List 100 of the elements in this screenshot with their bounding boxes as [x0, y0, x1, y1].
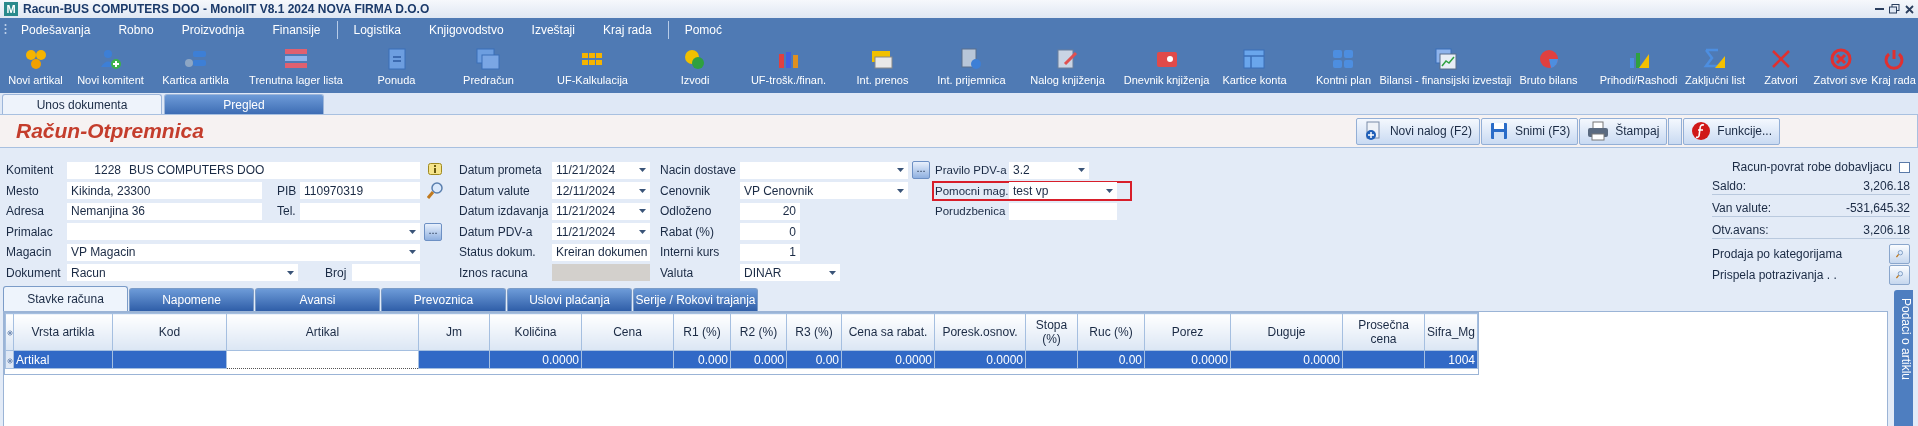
text-field[interactable] [352, 264, 420, 282]
restore-icon[interactable] [1889, 4, 1900, 14]
code-field[interactable]: 1228 [67, 161, 125, 179]
toolbar-button[interactable]: Kartice konta [1216, 42, 1293, 93]
close-icon[interactable] [1905, 4, 1914, 14]
toolbar-button[interactable]: Snimi (F3) [1480, 117, 1579, 145]
menu-item[interactable]: Robno [104, 23, 168, 37]
dropdown-field[interactable]: DINAR [740, 264, 840, 282]
toolbar-button[interactable]: UF-trošk./finan. [744, 42, 833, 93]
toolbar-button[interactable]: Zatvori [1758, 42, 1804, 93]
asterisk-icon [6, 357, 13, 364]
menu-item[interactable]: Knjigovodstvo [414, 23, 518, 37]
user-add-icon [98, 48, 123, 70]
column-header[interactable]: Prosečna cena [1342, 313, 1425, 351]
toolbar-button[interactable]: Kartica artikla [156, 42, 235, 93]
dropdown-field[interactable] [740, 161, 908, 179]
tab[interactable]: Pregled [164, 94, 324, 114]
dropdown-field[interactable]: Racun [67, 264, 298, 282]
toolbar-button[interactable]: Funkcije... [1683, 117, 1780, 145]
text-field[interactable] [300, 202, 420, 220]
column-header[interactable]: Kod [112, 313, 227, 351]
tab[interactable]: Prevoznica [381, 288, 506, 311]
text-field[interactable]: Nemanjina 36 [67, 202, 262, 220]
tab[interactable]: Napomene [129, 288, 254, 311]
column-header[interactable]: R2 (%) [730, 313, 787, 351]
field-label: Odloženo [660, 204, 713, 219]
tab[interactable]: Uslovi plaćanja [507, 288, 632, 311]
dropdown-field[interactable]: Kreiran dokumen [552, 243, 650, 261]
total-label: Otv.avans: [1712, 222, 1769, 237]
dropdown-button[interactable] [1668, 117, 1683, 145]
column-header[interactable]: Porez [1144, 313, 1231, 351]
dropdown-field[interactable]: VP Cenovnik [740, 182, 908, 200]
field-label: Valuta [660, 265, 695, 280]
tab[interactable]: Serije / Rokovi trajanja [633, 288, 758, 311]
ellipsis-button[interactable]: ... [424, 222, 442, 241]
toolbar-button[interactable]: UF-Kalkulacija [551, 42, 634, 93]
dropdown-field[interactable]: test vp [1009, 182, 1117, 200]
tab[interactable]: Avansi [255, 288, 380, 311]
text-field[interactable]: 110970319 [300, 182, 420, 200]
toolbar-button[interactable]: Štampaj [1579, 117, 1668, 145]
ellipsis-button[interactable]: ... [912, 161, 930, 180]
dropdown-field[interactable]: 12/11/2024 [552, 182, 650, 200]
toolbar-button[interactable]: Nalog knjiženja [1024, 42, 1111, 93]
field-label: Cenovnik [660, 183, 712, 198]
column-header[interactable]: Vrsta artikla [13, 313, 113, 351]
checkbox[interactable] [1899, 161, 1910, 173]
toolbar-button[interactable]: Trenutna lager lista [243, 42, 349, 93]
text-field[interactable] [1009, 202, 1117, 220]
toolbar-button[interactable]: Dnevnik knjiženja [1117, 42, 1216, 93]
toolbar-button[interactable]: Ponuda [371, 42, 422, 93]
toolbar-button[interactable]: Int. prijemnica [931, 42, 1012, 93]
toolbar-button[interactable]: Predračun [457, 42, 520, 93]
number-field[interactable]: 0 [740, 223, 800, 241]
tab[interactable]: Unos dokumenta [2, 94, 162, 114]
column-header[interactable]: Cena sa rabat. [841, 313, 935, 351]
name-field[interactable]: BUS COMPUTERS DOO [125, 161, 420, 179]
tab[interactable]: Stavke računa [3, 286, 128, 311]
menu-item[interactable]: Pomoć [670, 23, 736, 37]
side-tab[interactable]: Podaci o artiklu [1893, 290, 1913, 426]
info-icon[interactable] [428, 163, 442, 178]
toolbar-button[interactable]: Novi artikal [2, 42, 69, 93]
menu-item[interactable]: Finansije [258, 23, 335, 37]
column-header[interactable]: Ruc (%) [1077, 313, 1145, 351]
menu-item[interactable]: Izveštaji [517, 23, 589, 37]
toolbar-button[interactable]: Izvodi [674, 42, 716, 93]
caret-icon [1078, 168, 1085, 173]
caret-icon [639, 188, 646, 193]
column-header[interactable]: Količina [489, 313, 582, 351]
toolbar-button[interactable]: Novi nalog (F2) [1355, 117, 1480, 145]
column-header[interactable]: Duguje [1230, 313, 1343, 351]
dropdown-field[interactable] [67, 223, 420, 241]
toolbar-button[interactable]: Novi komitent [71, 42, 150, 93]
menu-item[interactable]: Logistika [339, 23, 415, 37]
minimize-icon[interactable] [1875, 7, 1884, 11]
number-field[interactable]: 1 [740, 243, 800, 261]
column-header[interactable]: Artikal [226, 313, 419, 351]
dropdown-field[interactable]: 11/21/2024 [552, 202, 650, 220]
column-header[interactable]: R1 (%) [673, 313, 731, 351]
column-header[interactable]: Stopa (%) [1025, 313, 1078, 351]
caret-icon [639, 168, 646, 173]
search-button[interactable] [1889, 243, 1910, 264]
text-field[interactable]: Kikinda, 23300 [67, 182, 262, 200]
field-label: Magacin [6, 245, 53, 260]
search-button[interactable] [1889, 265, 1910, 286]
field-label: Pravilo PDV-a [935, 164, 1008, 177]
toolbar-button[interactable]: Int. prenos [850, 42, 915, 93]
dropdown-field[interactable]: VP Magacin [67, 243, 420, 261]
dropdown-field[interactable]: 11/21/2024 [552, 223, 650, 241]
menu-item[interactable]: Proizvodnja [167, 23, 259, 37]
menu-item[interactable]: Podešavanja [7, 23, 105, 37]
dropdown-field[interactable]: 3.2 [1009, 161, 1089, 179]
column-header[interactable]: Cena [581, 313, 674, 351]
menu-item[interactable]: Kraj rada [588, 23, 666, 37]
column-header[interactable]: Jm [418, 313, 490, 351]
column-header[interactable]: R3 (%) [786, 313, 842, 351]
dropdown-field[interactable]: 11/21/2024 [552, 161, 650, 179]
number-field[interactable]: 20 [740, 202, 800, 220]
column-header[interactable]: Sifra_Mg [1424, 313, 1478, 351]
column-header[interactable]: Poresk.osnov. [934, 313, 1026, 351]
function-icon [1691, 121, 1712, 141]
